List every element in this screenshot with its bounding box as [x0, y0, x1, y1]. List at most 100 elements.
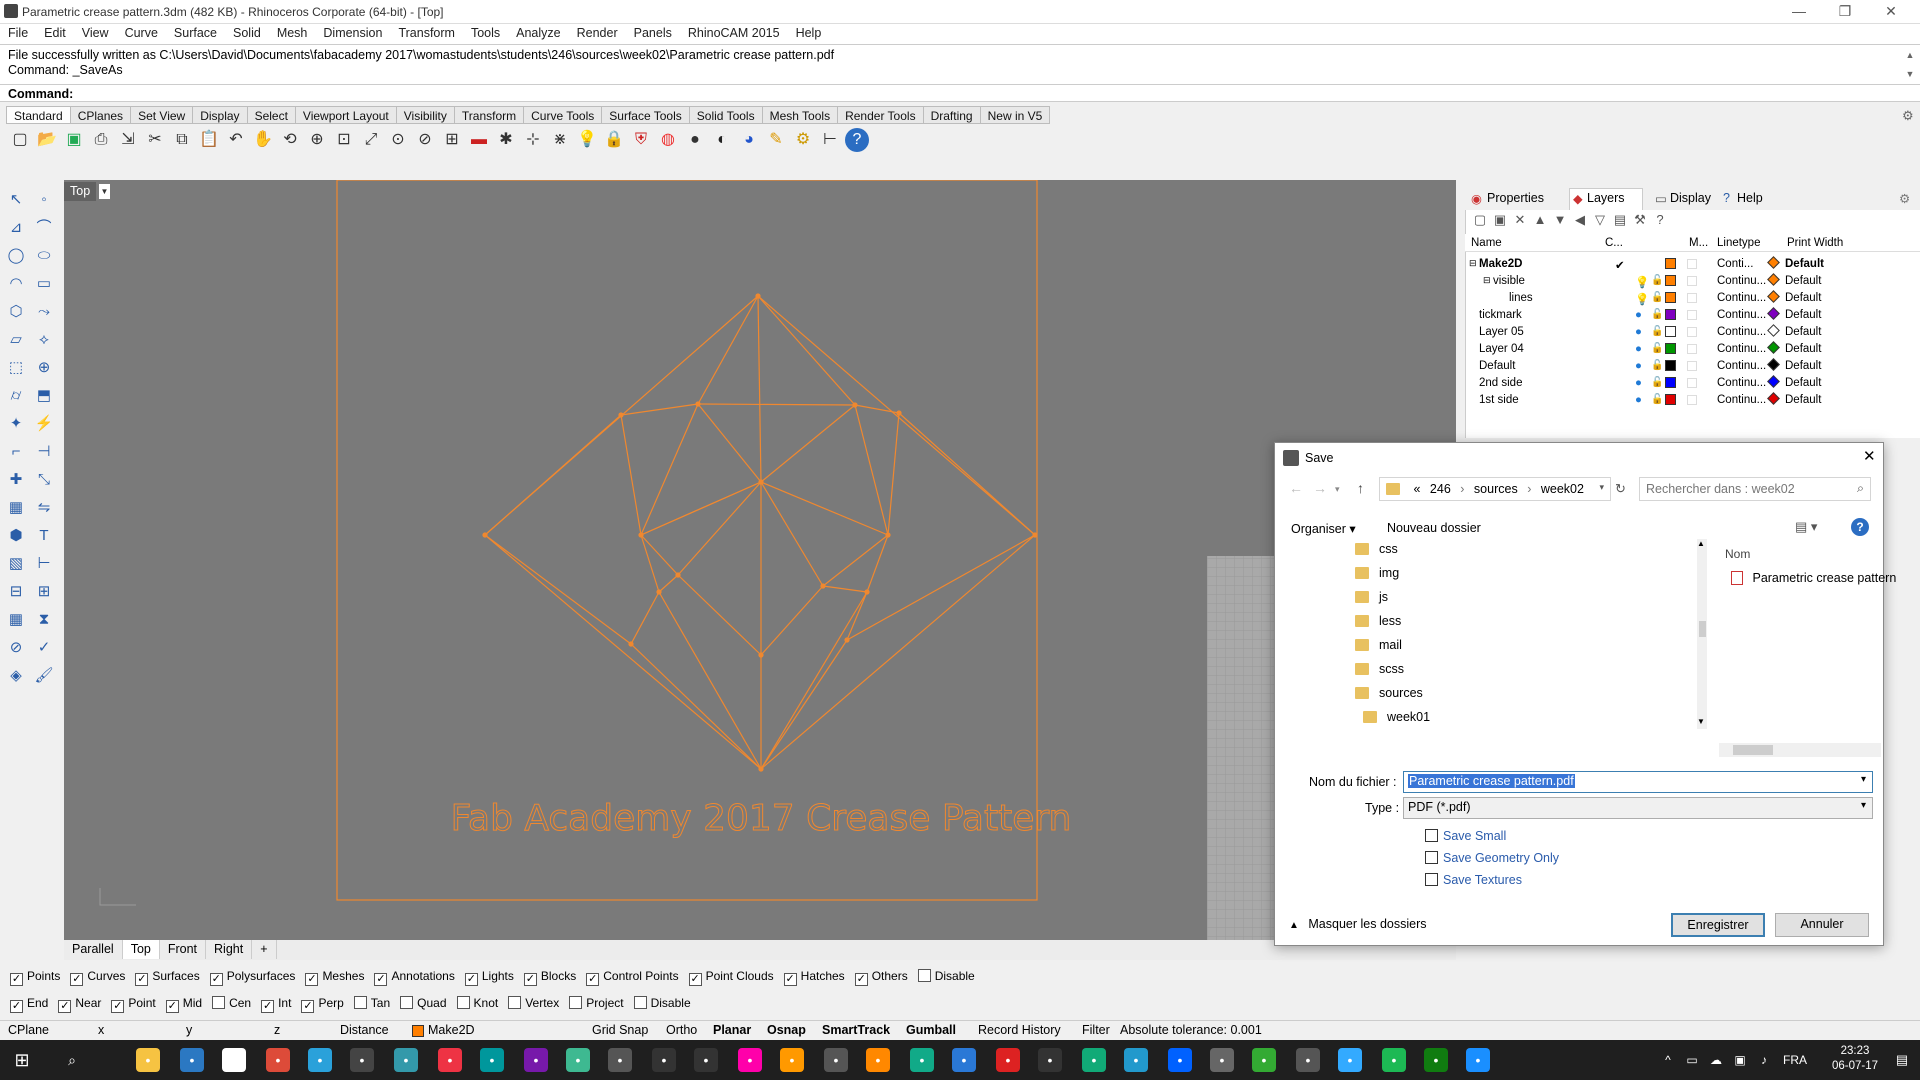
layer-print-width[interactable]: Default	[1785, 292, 1821, 304]
rhino-active-icon[interactable]: •	[694, 1048, 718, 1072]
cylinder-icon[interactable]: ⌭	[4, 384, 28, 408]
bug-icon[interactable]: ✱	[494, 128, 518, 152]
save-icon[interactable]: ▣	[62, 128, 86, 152]
crease-line[interactable]	[640, 403, 699, 536]
material-swatch[interactable]	[1687, 327, 1697, 337]
lock-icon[interactable]: 🔓	[1651, 309, 1663, 320]
drive-icon[interactable]: •	[910, 1048, 934, 1072]
polyline-icon[interactable]: ⊿	[4, 216, 28, 240]
render-icon[interactable]: ◐	[710, 128, 734, 152]
xbox-icon[interactable]: •	[1424, 1048, 1448, 1072]
layer-color-swatch[interactable]	[1665, 292, 1676, 303]
layer-linetype[interactable]: Continu...	[1717, 309, 1766, 321]
filter-polysurfaces[interactable]: ✓ Polysurfaces	[209, 969, 295, 986]
layer-color-swatch[interactable]	[1665, 309, 1676, 320]
history-icon[interactable]: ⧗	[32, 608, 56, 632]
layer-color-swatch[interactable]	[1665, 258, 1676, 269]
vertex-point[interactable]	[758, 766, 764, 772]
layer-linetype[interactable]: Continu...	[1717, 292, 1766, 304]
inbox-icon[interactable]: •	[1210, 1048, 1234, 1072]
layer-help-icon[interactable]: ?	[1652, 212, 1668, 228]
inkscape-icon[interactable]: •	[608, 1048, 632, 1072]
layer-print-width[interactable]: Default	[1785, 258, 1824, 270]
vertex-point[interactable]	[864, 589, 870, 595]
lock-icon[interactable]: 🔓	[1651, 360, 1663, 371]
cancel-button[interactable]: Annuler	[1775, 913, 1869, 937]
lock-icon[interactable]: 🔓	[1651, 394, 1663, 405]
offset-icon[interactable]: ⊣	[32, 440, 56, 464]
osnap-knot[interactable]: Knot	[456, 996, 498, 1010]
move-up-icon[interactable]: ▲	[1532, 212, 1548, 228]
command-input[interactable]: Command:	[0, 84, 1920, 102]
layer-print-width[interactable]: Default	[1785, 275, 1821, 287]
lock-icon[interactable]: 🔒	[602, 128, 626, 152]
filter-meshes[interactable]: ✓ Meshes	[305, 969, 364, 986]
material-swatch[interactable]	[1687, 310, 1697, 320]
add-viewport-tab-icon[interactable]: +	[252, 940, 277, 959]
crease-line[interactable]	[630, 643, 762, 770]
ortho-toggle[interactable]: Ortho	[666, 1023, 697, 1037]
print-color-icon[interactable]	[1767, 307, 1780, 320]
scale-icon[interactable]: ⤡	[32, 468, 56, 492]
sphere-icon[interactable]: ●	[683, 128, 707, 152]
mail-icon[interactable]: •	[222, 1048, 246, 1072]
tray-chevron-icon[interactable]: ^	[1656, 1048, 1680, 1072]
print-color-icon[interactable]	[1767, 290, 1780, 303]
osnap-tan[interactable]: Tan	[353, 996, 390, 1010]
paint-icon[interactable]: 🖌	[32, 664, 56, 688]
crease-line[interactable]	[697, 295, 759, 405]
menu-mesh[interactable]: Mesh	[269, 24, 316, 40]
gear-app-icon[interactable]: •	[1252, 1048, 1276, 1072]
material-swatch[interactable]	[1687, 378, 1697, 388]
box-icon[interactable]: ⬚	[4, 356, 28, 380]
visibility-icon[interactable]: ●	[1635, 326, 1642, 338]
menu-help[interactable]: Help	[788, 24, 830, 40]
rectangle-icon[interactable]: ▭	[32, 272, 56, 296]
onenote-icon[interactable]: •	[524, 1048, 548, 1072]
address-dropdown-icon[interactable]: ▾	[1599, 482, 1604, 493]
crease-line[interactable]	[760, 404, 856, 483]
layer-linetype[interactable]: Continu...	[1717, 275, 1766, 287]
tree-scroll-up-icon[interactable]: ▲	[1697, 539, 1705, 548]
crease-line[interactable]	[697, 403, 762, 483]
crease-line[interactable]	[760, 481, 824, 587]
dimension-icon[interactable]: ⊢	[818, 128, 842, 152]
osnap-icon[interactable]: ⋇	[548, 128, 572, 152]
crease-line[interactable]	[677, 574, 762, 656]
vertex-point[interactable]	[758, 479, 764, 485]
fillet-icon[interactable]: ⌐	[4, 440, 28, 464]
toolbar-tab-render-tools[interactable]: Render Tools	[838, 106, 924, 124]
crease-line[interactable]	[658, 591, 762, 770]
visibility-icon[interactable]: ●	[1635, 343, 1642, 355]
viewport-title[interactable]: Top	[64, 182, 97, 201]
collapse-icon[interactable]: ⊟	[1483, 275, 1491, 286]
viewport-menu-arrow-icon[interactable]: ▼	[99, 184, 110, 199]
menu-transform[interactable]: Transform	[390, 24, 463, 40]
circle-icon[interactable]: ◯	[4, 244, 28, 268]
layer-row[interactable]: lines 💡 🔓 Continu... Default	[1465, 290, 1920, 307]
lock-icon[interactable]: 🔓	[1651, 377, 1663, 388]
type-select[interactable]: PDF (*.pdf) ▾	[1403, 797, 1873, 819]
globe-icon[interactable]: •	[1338, 1048, 1362, 1072]
crease-line[interactable]	[484, 534, 762, 770]
tab-help[interactable]: Help	[1737, 191, 1763, 205]
photos-icon[interactable]: •	[350, 1048, 374, 1072]
cube-icon[interactable]: •	[1124, 1048, 1148, 1072]
layer-color-swatch[interactable]	[1665, 275, 1676, 286]
check-icon[interactable]: ✓	[32, 636, 56, 660]
mirror-icon[interactable]: ⇋	[32, 496, 56, 520]
layer-print-width[interactable]: Default	[1785, 394, 1821, 406]
layer-linetype[interactable]: Continu...	[1717, 360, 1766, 372]
rhino-icon[interactable]: •	[652, 1048, 676, 1072]
toolbar-tab-new-in-v5[interactable]: New in V5	[980, 106, 1051, 124]
folder-img[interactable]: img	[1275, 563, 1695, 587]
forward-icon[interactable]: →	[1313, 480, 1327, 496]
osnap-project[interactable]: Project	[569, 996, 624, 1010]
file-list-hscrollbar[interactable]	[1719, 743, 1881, 757]
filter-annotations[interactable]: ✓ Annotations	[374, 969, 455, 986]
layer-states-icon[interactable]: ▤	[1612, 212, 1628, 228]
rotate-icon[interactable]: ⟲	[278, 128, 302, 152]
four-views-icon[interactable]: ⊞	[440, 128, 464, 152]
save-button[interactable]: Enregistrer	[1671, 913, 1765, 937]
search-icon[interactable]: ⌕	[60, 1048, 84, 1072]
